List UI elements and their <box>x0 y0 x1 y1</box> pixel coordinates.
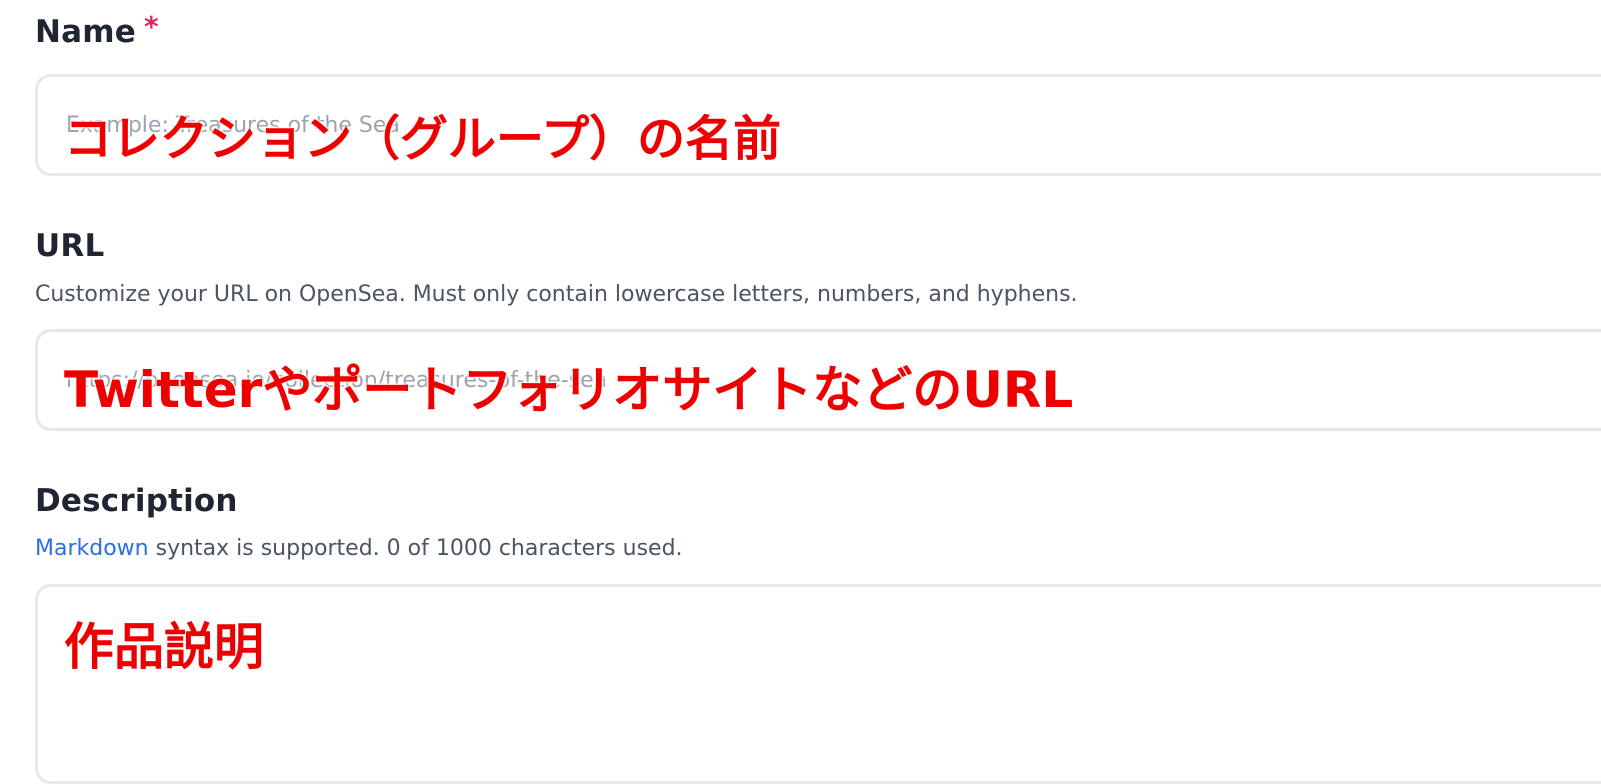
url-input[interactable]: https://opensea.io/collection/treasures-… <box>35 329 1601 431</box>
description-label: Description <box>35 483 238 519</box>
description-helper-rest: syntax is supported. 0 of 1000 character… <box>148 536 683 561</box>
name-label-text: Name <box>35 14 136 50</box>
required-marker: * <box>144 10 159 43</box>
url-helper-text: Customize your URL on OpenSea. Must only… <box>35 282 1078 307</box>
url-label: URL <box>35 228 105 264</box>
name-label: Name * <box>35 10 159 50</box>
name-annotation: コレクション（グループ）の名前 <box>64 111 782 167</box>
description-annotation: 作品説明 <box>64 618 264 676</box>
description-helper-text: Markdown syntax is supported. 0 of 1000 … <box>35 536 683 561</box>
description-textarea[interactable]: 作品説明 <box>35 584 1601 784</box>
url-annotation: TwitterやポートフォリオサイトなどのURL <box>64 361 1074 419</box>
name-input[interactable]: Example: Treasures of the Sea コレクション（グルー… <box>35 74 1601 176</box>
markdown-link[interactable]: Markdown <box>35 536 149 561</box>
